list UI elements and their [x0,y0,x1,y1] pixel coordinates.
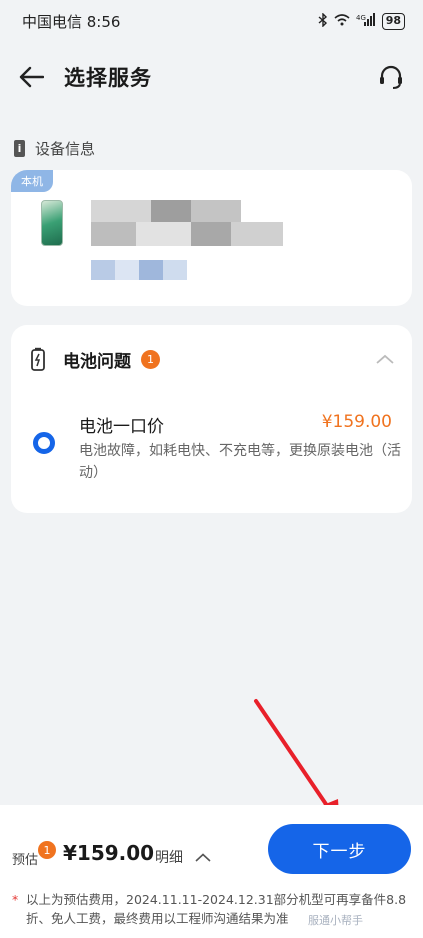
option-radio[interactable] [33,432,55,454]
service-card: 电池问题 1 电池一口价 ¥159.00 电池故障，如耗电快、不充电等，更换原装… [11,325,412,513]
chevron-up-icon [195,852,211,862]
option-description: 电池故障，如耗电快、不充电等，更换原装电池（活动） [79,443,401,481]
device-card: 本机 [11,170,412,306]
this-device-badge: 本机 [11,170,53,192]
customer-service-button[interactable] [375,61,407,93]
back-arrow-icon [19,66,44,88]
headset-icon [380,65,402,89]
next-step-button[interactable]: 下一步 [268,824,411,874]
back-button[interactable] [16,62,46,92]
service-category-header[interactable]: 电池问题 1 [31,345,394,373]
asterisk-icon: * [12,892,19,907]
battery-icon [31,347,45,371]
device-info-title: i 设备信息 [14,138,95,159]
info-icon: i [14,140,25,157]
option-title: 电池一口价 [79,417,164,437]
phone-image [41,200,63,246]
price-detail-toggle[interactable]: 明细 [155,847,211,867]
device-info-label: 设备信息 [35,140,96,158]
service-count-badge: 1 [141,349,160,369]
battery-indicator: 98 [381,12,405,30]
status-bar: 中国电信 8:56 4G 98 [0,0,423,42]
watermark: 服通小帮手 [308,914,363,927]
estimate-label: 预估 [12,853,39,868]
status-icons: 4G 98 [318,11,405,30]
signal-icon: 4G [356,12,376,30]
svg-text:4G: 4G [356,14,366,22]
option-price: ¥159.00 [321,412,392,432]
detail-label: 明细 [155,850,183,866]
estimate-badge: 1 [38,841,56,859]
page-title: 选择服务 [64,66,152,90]
bluetooth-icon [318,11,328,30]
chevron-up-icon [376,354,394,364]
carrier-time: 中国电信 8:56 [22,12,121,31]
service-category-name: 电池问题 [63,351,131,372]
estimate-price: ¥159.00 [63,841,155,865]
wifi-icon [334,13,350,29]
page-header: 选择服务 [0,52,423,102]
